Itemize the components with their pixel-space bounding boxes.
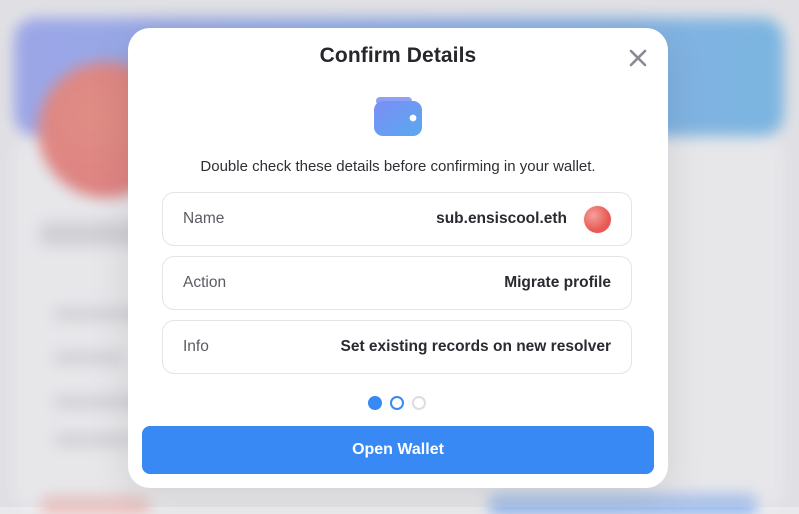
wallet-icon	[374, 97, 422, 136]
detail-row-info: Info Set existing records on new resolve…	[162, 320, 632, 374]
detail-value: Migrate profile	[504, 274, 611, 291]
detail-label: Info	[183, 338, 209, 355]
name-avatar	[584, 206, 611, 233]
close-button[interactable]	[626, 46, 650, 70]
confirm-details-dialog: Confirm Details Double check these detai…	[128, 28, 668, 488]
detail-value: sub.ensiscool.eth	[436, 210, 567, 227]
step-indicator	[368, 396, 432, 410]
detail-label: Action	[183, 274, 227, 291]
detail-label: Name	[183, 210, 225, 227]
step-dot-current	[390, 396, 404, 410]
detail-row-action: Action Migrate profile	[162, 256, 632, 310]
step-dot-pending	[412, 396, 426, 410]
detail-row-name: Name sub.ensiscool.eth	[162, 192, 632, 246]
step-dot-completed	[368, 396, 382, 410]
dialog-subtitle: Double check these details before confir…	[200, 158, 596, 175]
open-wallet-button[interactable]: Open Wallet	[142, 426, 654, 474]
detail-value: Set existing records on new resolver	[340, 338, 612, 355]
close-icon	[629, 49, 647, 67]
dialog-title: Confirm Details	[319, 44, 477, 67]
